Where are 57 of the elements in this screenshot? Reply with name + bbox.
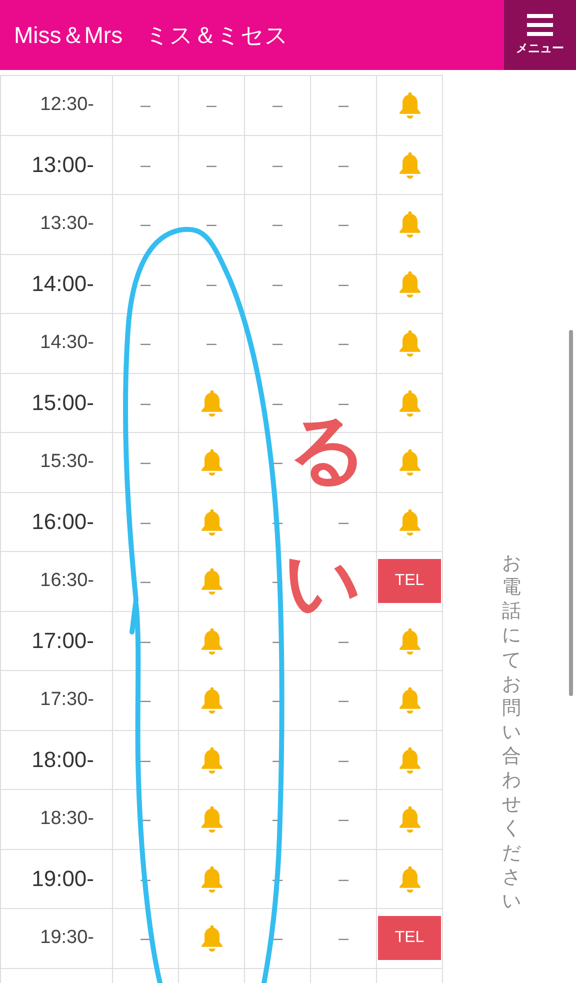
dash-mark: – — [338, 272, 348, 296]
vertical-note: お電話にてお問い合わせください — [502, 552, 521, 914]
time-label: 13:30- — [40, 212, 94, 236]
dash-mark: – — [338, 927, 348, 950]
dash-mark: – — [140, 392, 150, 415]
dash-mark: – — [338, 689, 348, 712]
dash-mark: – — [272, 272, 282, 296]
menu-button[interactable]: メニュー — [504, 0, 576, 70]
dash-mark: – — [338, 154, 348, 177]
dash-mark: – — [272, 392, 282, 415]
dash-mark: – — [140, 630, 150, 653]
dash-mark: – — [338, 213, 348, 236]
dash-mark: – — [140, 748, 150, 772]
time-label: 19:00- — [32, 865, 94, 894]
dash-mark: – — [206, 154, 216, 177]
dash-mark: – — [338, 748, 348, 772]
time-label: 17:00- — [32, 627, 94, 656]
dash-mark: – — [338, 94, 348, 118]
dash-mark: – — [140, 272, 150, 296]
dash-mark: – — [206, 332, 216, 356]
site-title: Miss＆Mrs ミス＆ミセス — [13, 20, 289, 50]
dash-mark: – — [206, 272, 216, 296]
dash-mark: – — [206, 213, 216, 236]
dash-mark: – — [140, 451, 150, 474]
time-label: 15:00- — [32, 389, 94, 418]
dash-mark: – — [140, 332, 150, 356]
dash-mark: – — [338, 510, 348, 534]
handwritten-mark: い — [284, 545, 362, 621]
dash-mark: – — [272, 213, 282, 236]
time-label: 18:30- — [40, 807, 94, 831]
time-label: 16:00- — [32, 508, 94, 536]
dash-mark: – — [140, 213, 150, 236]
time-label: 13:00- — [32, 151, 94, 180]
time-label: 12:30- — [40, 93, 94, 117]
dash-mark: – — [338, 332, 348, 356]
dash-mark: – — [140, 510, 150, 534]
dash-mark: – — [140, 154, 150, 177]
time-label: 16:30- — [40, 569, 94, 593]
dash-mark: – — [140, 570, 150, 594]
dash-mark: – — [338, 868, 348, 891]
tel-button[interactable]: TEL — [378, 559, 441, 604]
time-label: 15:30- — [40, 450, 94, 474]
time-label: 19:30- — [40, 926, 94, 950]
dash-mark: – — [140, 94, 150, 118]
time-label: 14:00- — [32, 270, 94, 298]
dash-mark: – — [272, 154, 282, 177]
dash-mark: – — [140, 689, 150, 712]
time-label: 14:30- — [40, 331, 94, 355]
dash-mark: – — [272, 94, 282, 118]
menu-icon — [527, 14, 553, 36]
time-label: 18:00- — [32, 746, 94, 774]
dash-mark: – — [272, 332, 282, 356]
dash-mark: – — [206, 94, 216, 118]
dash-mark: – — [338, 630, 348, 653]
dash-mark: – — [338, 808, 348, 832]
time-label: 17:30- — [40, 688, 94, 712]
tel-button[interactable]: TEL — [378, 916, 441, 960]
